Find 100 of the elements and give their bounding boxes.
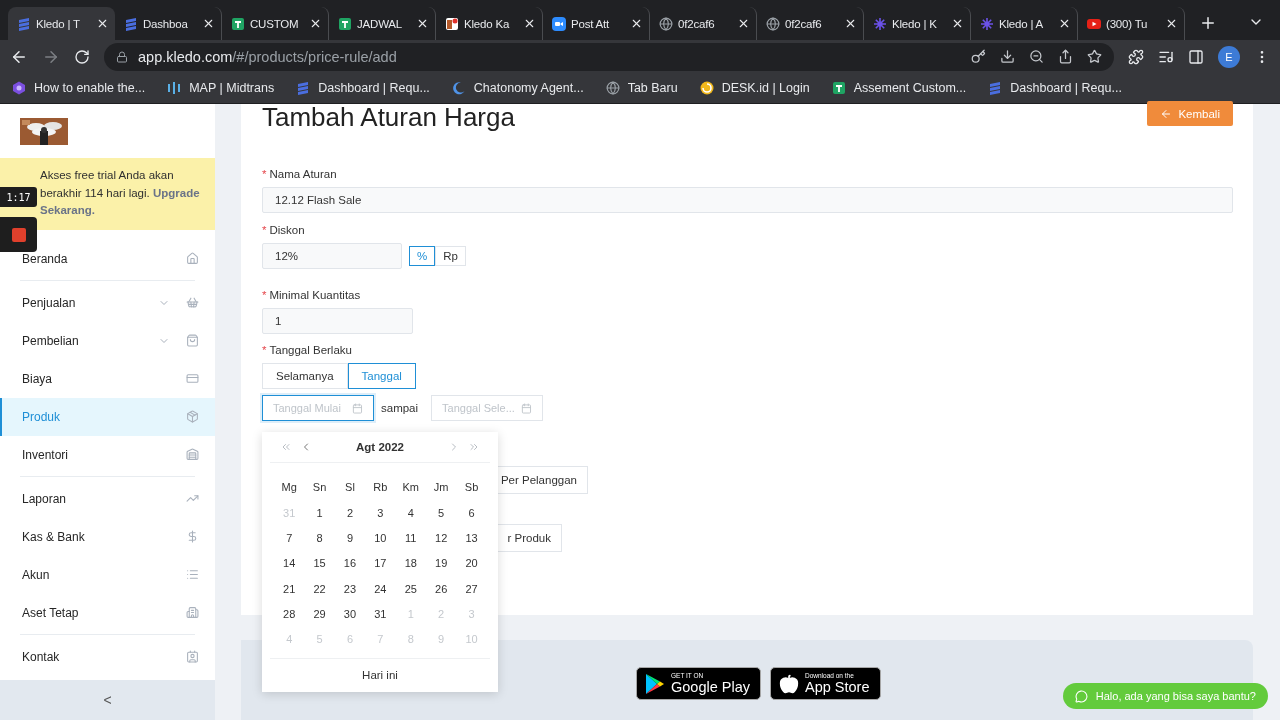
puzzle-icon[interactable]: [1128, 48, 1144, 65]
calendar-day[interactable]: 11: [395, 525, 426, 551]
calendar-day[interactable]: 8: [304, 525, 335, 551]
unit-toggle[interactable]: %: [409, 246, 436, 266]
photo-icon: [445, 16, 459, 31]
calendar-day[interactable]: 1: [304, 500, 335, 526]
close-icon[interactable]: [523, 17, 536, 30]
close-icon[interactable]: [951, 17, 964, 30]
video-camera-icon: [552, 16, 566, 31]
rule-name-field[interactable]: 12.12 Flash Sale: [262, 187, 1233, 213]
calendar-day[interactable]: 17: [365, 550, 396, 576]
dollar-icon: [186, 530, 199, 543]
calendar-day[interactable]: 2: [334, 500, 366, 526]
bookmark[interactable]: Dashboard | Requ...: [988, 81, 1122, 95]
sheet-icon: [831, 81, 846, 95]
sidebar-item[interactable]: Akun: [0, 555, 215, 594]
required-asterisk: *: [262, 168, 267, 180]
calendar-day[interactable]: 7: [274, 525, 305, 551]
sidebar-item[interactable]: Penjualan: [0, 283, 215, 322]
download-icon[interactable]: [1000, 49, 1015, 64]
close-icon[interactable]: [844, 17, 857, 30]
stop-recording-button[interactable]: [0, 217, 37, 252]
calendar-day[interactable]: 28: [274, 601, 305, 627]
calendar-day[interactable]: 16: [334, 550, 366, 576]
calendar-day[interactable]: 30: [334, 601, 366, 627]
unit-toggle[interactable]: Rp: [435, 246, 466, 266]
field-label: Tanggal Berlaku: [269, 344, 352, 356]
sidebar-item[interactable]: Kas & Bank: [0, 517, 215, 556]
apple-icon: [779, 673, 799, 694]
calendar-day[interactable]: 18: [395, 550, 426, 576]
calendar-day[interactable]: 6: [456, 500, 487, 526]
calendar-day[interactable]: 14: [274, 550, 305, 576]
reload-icon[interactable]: [74, 48, 90, 65]
sidebar-item[interactable]: Aset Tetap: [0, 593, 215, 632]
bookmark[interactable]: DESK.id | Login: [699, 81, 810, 95]
calendar-day[interactable]: 20: [456, 550, 487, 576]
calendar-day[interactable]: 26: [425, 575, 457, 602]
close-icon[interactable]: [1165, 17, 1178, 30]
today-link[interactable]: Hari ini: [362, 669, 398, 682]
calendar-day[interactable]: 23: [334, 575, 366, 602]
side-panel-icon[interactable]: [1188, 48, 1204, 65]
star-icon[interactable]: [1087, 49, 1102, 64]
month-label[interactable]: Agt: [356, 441, 376, 453]
calendar-day[interactable]: 10: [365, 525, 396, 551]
sidebar-item[interactable]: Biaya: [0, 359, 215, 398]
calendar-day[interactable]: 9: [334, 525, 366, 551]
zoom-out-icon[interactable]: [1029, 49, 1044, 64]
required-asterisk: *: [262, 289, 267, 301]
calendar-day[interactable]: 27: [456, 575, 487, 602]
share-icon[interactable]: [1058, 49, 1073, 64]
calendar-day[interactable]: 29: [304, 601, 335, 627]
sidebar-item[interactable]: Laporan: [0, 479, 215, 518]
bookmark[interactable]: Tab Baru: [605, 81, 678, 95]
field-label: Nama Aturan: [269, 168, 337, 180]
bookmark[interactable]: How to enable the...: [12, 81, 146, 95]
new-tab-icon[interactable]: [1199, 14, 1217, 32]
sidebar-item[interactable]: Beranda: [0, 239, 215, 278]
bookmark[interactable]: Assement Custom...: [831, 81, 967, 95]
sidebar-item[interactable]: Pembelian: [0, 321, 215, 360]
browser-tab[interactable]: Kledo | T: [8, 7, 115, 40]
calendar-day[interactable]: 4: [395, 500, 426, 526]
bookmark[interactable]: Chatonomy Agent...: [451, 81, 584, 95]
bookmark[interactable]: Dashboard | Requ...: [296, 81, 430, 95]
address-bar[interactable]: app.kledo.com/#/products/price-rule/add: [104, 42, 1114, 71]
calendar-day[interactable]: 22: [304, 575, 335, 602]
year-label[interactable]: 2022: [378, 441, 404, 453]
calendar-day[interactable]: 19: [425, 550, 457, 576]
close-icon[interactable]: [630, 17, 643, 30]
date-mode-toggle[interactable]: Tanggal: [347, 363, 416, 389]
calendar-day[interactable]: 3: [365, 500, 396, 526]
calendar-day[interactable]: 24: [365, 575, 396, 602]
quantity-field[interactable]: 1: [262, 308, 413, 334]
date-mode-toggle[interactable]: Selamanya: [262, 363, 348, 389]
calendar-day[interactable]: 21: [274, 575, 305, 602]
calendar-day[interactable]: 5: [425, 500, 457, 526]
close-icon[interactable]: [309, 17, 322, 30]
bookmark[interactable]: MAP | Midtrans: [167, 81, 275, 95]
calendar-day[interactable]: 12: [425, 525, 457, 551]
close-icon[interactable]: [737, 17, 750, 30]
spark-icon: [980, 16, 994, 31]
calendar-day[interactable]: 25: [395, 575, 426, 602]
sidebar-item[interactable]: Kontak: [0, 637, 215, 676]
weekday-label: Mg: [280, 479, 298, 495]
sidebar-item[interactable]: Inventori: [0, 435, 215, 474]
close-icon[interactable]: [202, 17, 215, 30]
calendar-day[interactable]: 15: [304, 550, 335, 576]
profile-avatar[interactable]: E: [1218, 45, 1240, 68]
close-icon[interactable]: [1058, 17, 1071, 30]
discount-field[interactable]: 12%: [262, 243, 402, 269]
globe-icon: [659, 16, 673, 31]
required-asterisk: *: [262, 224, 267, 236]
card-icon: [186, 372, 199, 385]
close-icon[interactable]: [416, 17, 429, 30]
collapse-bar[interactable]: <: [0, 680, 215, 720]
building-icon: [186, 606, 199, 619]
url-host: app.kledo.com: [138, 48, 233, 65]
close-icon[interactable]: [96, 17, 109, 30]
calendar-day[interactable]: 31: [365, 601, 396, 627]
key-icon[interactable]: [971, 49, 986, 64]
bars-icon: [167, 81, 182, 95]
